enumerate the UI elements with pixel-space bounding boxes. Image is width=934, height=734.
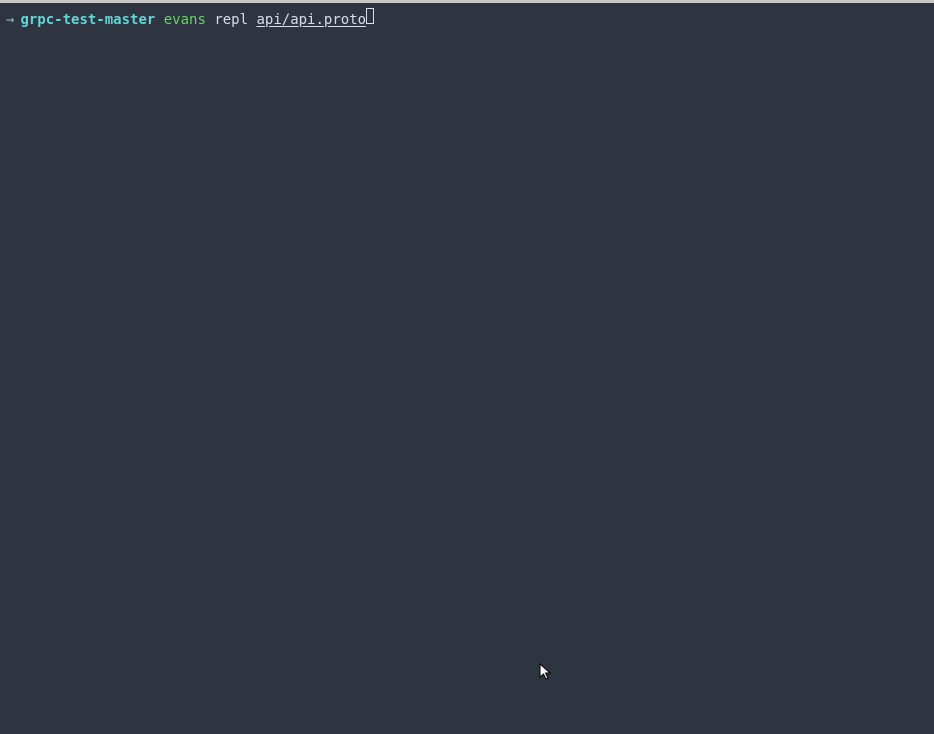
command-argument: api/api.proto [256,11,366,31]
terminal-area[interactable]: → grpc-test-master evans repl api/api.pr… [0,3,934,734]
prompt-line: → grpc-test-master evans repl api/api.pr… [6,8,928,31]
current-directory: grpc-test-master [20,11,155,31]
prompt-arrow-icon: → [6,11,14,31]
text-cursor [366,8,374,24]
mouse-pointer-icon [539,663,553,681]
command-name: evans [164,11,206,31]
command-subcommand: repl [214,11,248,31]
